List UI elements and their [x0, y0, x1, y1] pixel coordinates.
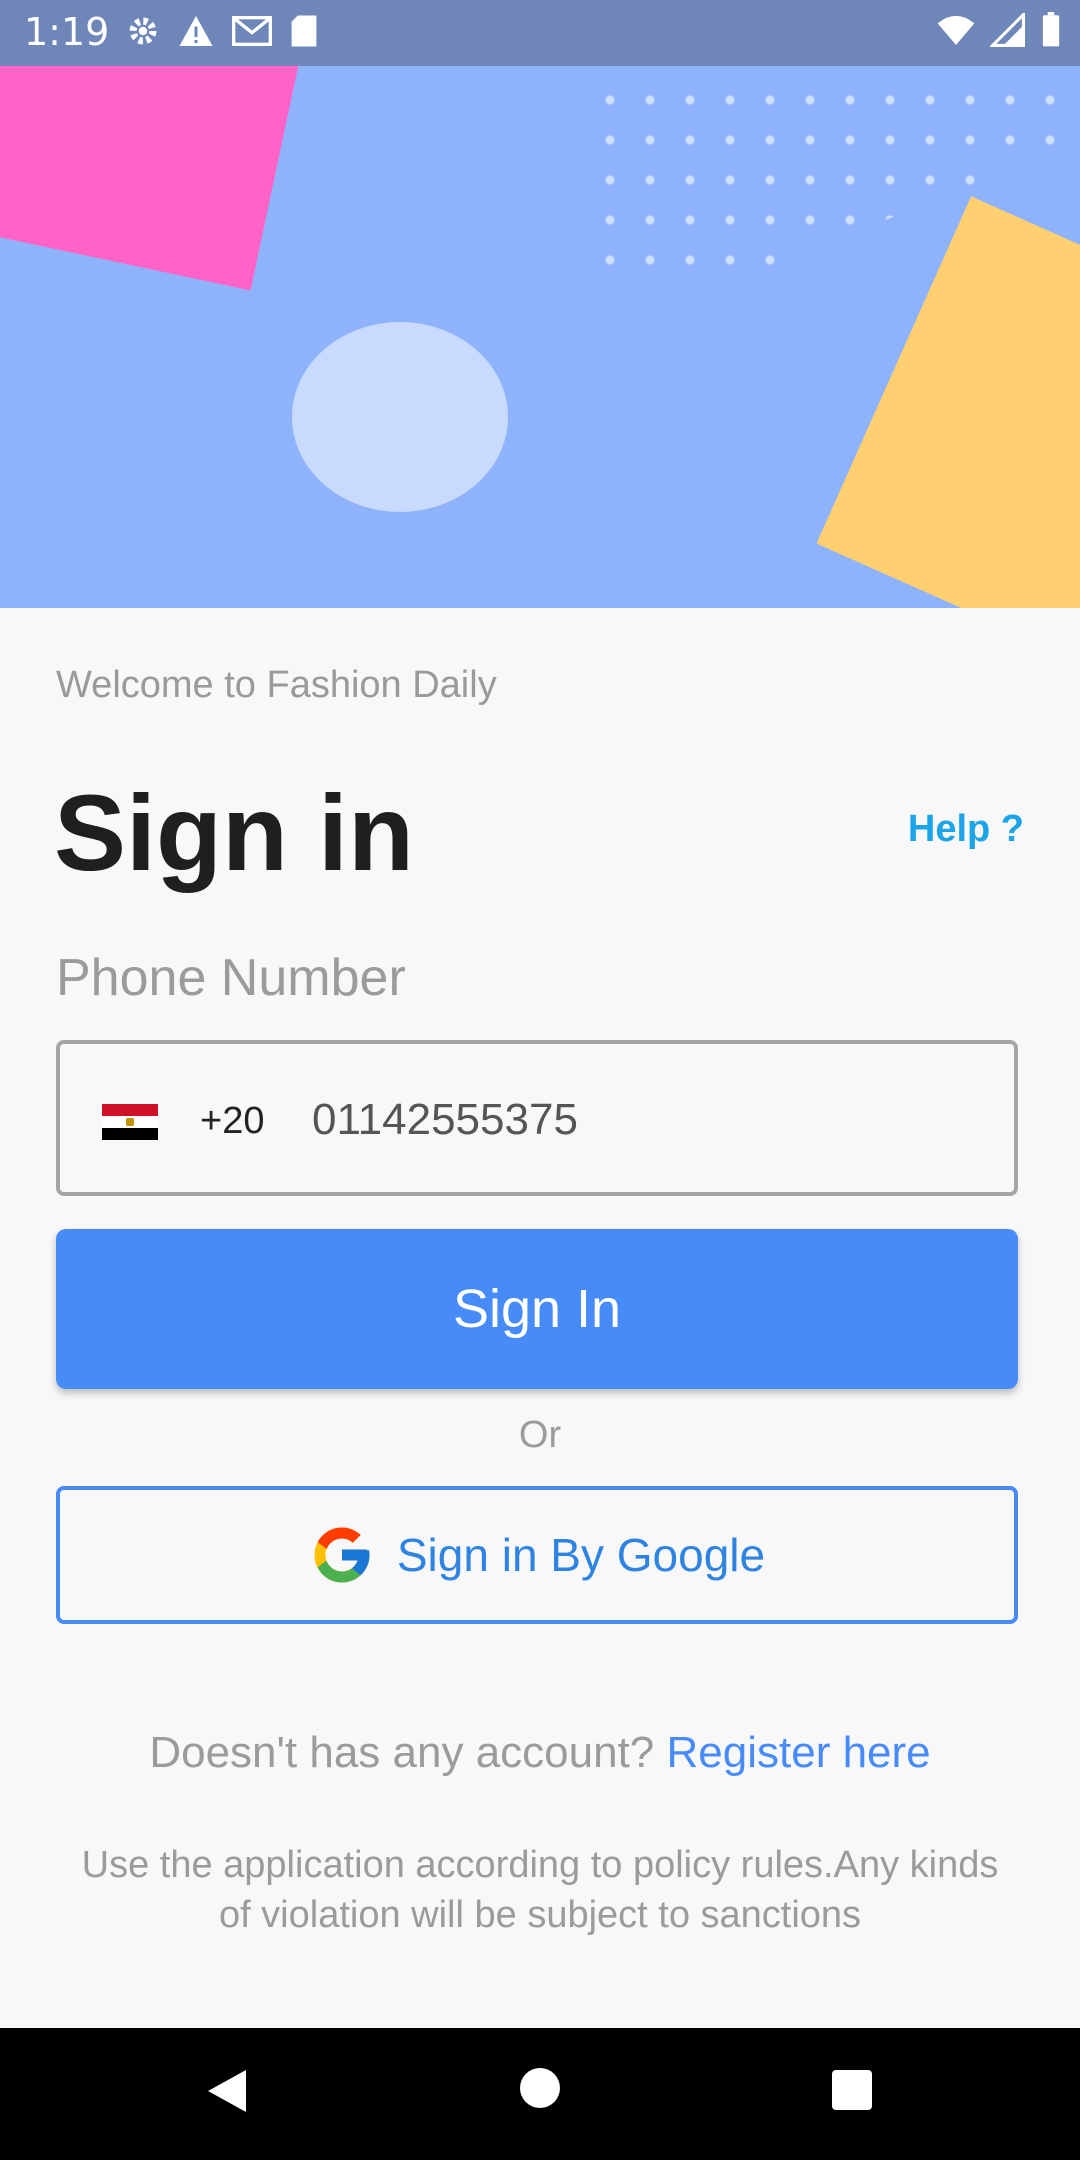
google-sign-in-button[interactable]: Sign in By Google	[56, 1486, 1018, 1624]
settings-icon	[129, 17, 157, 45]
help-link[interactable]: Help ?	[908, 808, 1024, 851]
phone-input[interactable]	[310, 1084, 964, 1156]
google-button-label: Sign in By Google	[396, 1529, 766, 1581]
yellow-shape	[816, 196, 1080, 608]
country-code[interactable]: +20	[200, 1100, 264, 1143]
battery-icon	[1042, 12, 1060, 47]
welcome-text: Welcome to Fashion Daily	[56, 664, 497, 706]
register-prompt-text: Doesn't has any account?	[149, 1728, 655, 1777]
egypt-flag-icon[interactable]	[102, 1104, 158, 1140]
sign-in-button[interactable]: Sign In	[56, 1229, 1018, 1389]
wifi-icon	[937, 15, 975, 46]
gmail-icon	[232, 16, 272, 46]
register-prompt: Doesn't has any account? Register here	[0, 1728, 1080, 1778]
status-time: 1:19	[24, 10, 110, 54]
phone-field[interactable]: +20	[56, 1040, 1018, 1196]
home-icon[interactable]	[520, 2068, 560, 2108]
alert-icon	[179, 16, 213, 46]
page-title: Sign in	[54, 772, 414, 893]
hero-banner	[0, 0, 1080, 608]
navigation-bar	[0, 2028, 1080, 2160]
or-divider: Or	[518, 1414, 562, 1456]
signal-icon	[990, 13, 1025, 47]
policy-text: Use the application according to policy …	[81, 1844, 999, 1936]
status-bar: 1:19	[0, 0, 1080, 66]
google-icon	[314, 1527, 370, 1583]
recent-apps-icon[interactable]	[832, 2070, 872, 2110]
sd-card-icon	[291, 15, 317, 47]
phone-label: Phone Number	[56, 949, 406, 1007]
register-link[interactable]: Register here	[667, 1728, 931, 1777]
back-icon[interactable]	[206, 2068, 248, 2114]
circle-shape	[292, 322, 508, 512]
